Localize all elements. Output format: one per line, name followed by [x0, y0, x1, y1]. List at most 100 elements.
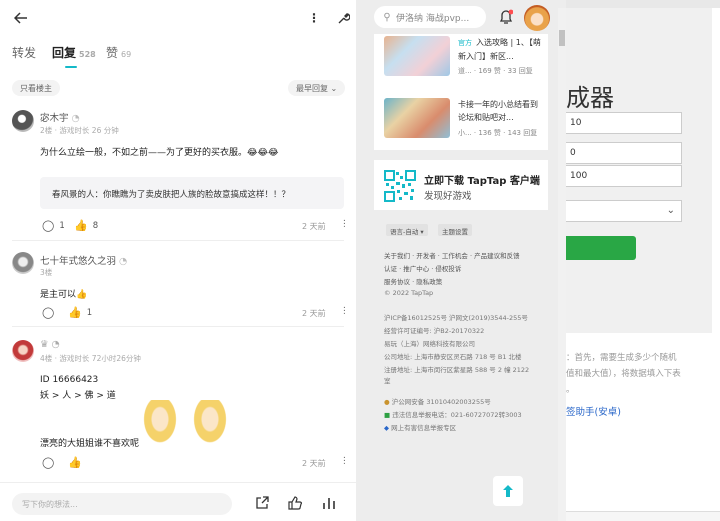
generator-panel: 成器 10 0 100 ⌄ [566, 8, 712, 333]
comment-icon: ◯ [42, 219, 55, 232]
background-bottom-bar [566, 511, 720, 521]
share-icon[interactable] [254, 495, 270, 511]
report-center[interactable]: ◆ 网上有害信息举报专区 [384, 422, 456, 432]
username[interactable]: 七十年式悠久之羽 ◔ [40, 253, 127, 267]
comment-icon: ◯ [42, 306, 55, 319]
reply-bar: 写下你的想法... [0, 482, 356, 521]
registered-address: 注册地址: 上海市闵行区紫星路 588 号 2 幢 2122 [384, 366, 530, 374]
comment-date: 2 天前 [302, 459, 326, 468]
stats-icon[interactable] [321, 495, 337, 511]
background-page: 成器 10 0 100 ⌄ ：首先，需要生成多少个随机 值和最大值），将数据填入… [566, 0, 720, 521]
related-post[interactable]: 官方 入选攻略 | 1、【萌新入门】新区... 道... · 169 赞 · 33… [384, 36, 544, 78]
reply-button[interactable]: ◯ [42, 306, 54, 319]
quoted-reply[interactable]: 春风景的人：你瞧瞧为了卖皮肤把人族的脸故意搞成这样！！？ [40, 177, 344, 209]
like-button[interactable]: 👍 1 [68, 306, 92, 319]
theme-settings-button[interactable]: 主题设置 [438, 224, 472, 236]
scrollbar-thumb[interactable] [559, 30, 565, 46]
max-input[interactable]: 100 [566, 165, 682, 187]
comment-meta: 2楼 · 游戏时长 26 分钟 [40, 126, 119, 135]
qr-code [384, 170, 416, 202]
comment-icon: ◯ [42, 456, 55, 469]
more-options-icon[interactable]: ⋮ [308, 10, 320, 26]
divider [12, 326, 344, 327]
badge-icon: ● [384, 398, 390, 406]
wrench-icon[interactable] [336, 10, 350, 26]
comment-actions: ◯ 👍 1 2 天前 ⋮ [0, 306, 356, 320]
comment-text: 是主可以👍 [40, 290, 88, 300]
post-meta: 小... · 136 赞 · 143 回复 [458, 129, 538, 137]
like-button[interactable]: 👍 8 [74, 219, 98, 232]
side-panel: 伊洛纳 海战pvp... ⚲ 官方 入选攻略 | 1、【萌新入门】新区... 道.… [356, 0, 566, 521]
download-title: 立即下载 TapTap 客户端 [424, 176, 540, 187]
avatar[interactable] [12, 340, 34, 362]
icp-info: 沪ICP备16012525号 沪网文(2019)3544-255号 [384, 314, 528, 322]
back-arrow-icon[interactable] [12, 10, 30, 26]
flag-icon: ■ [384, 411, 391, 419]
comment-actions: ◯ 1 👍 8 2 天前 ⋮ [0, 219, 356, 233]
arrow-up-icon [503, 485, 513, 497]
username[interactable]: 宓木宇 ◔ [40, 110, 80, 124]
only-author-filter[interactable]: 只看楼主 [12, 80, 60, 96]
language-selector[interactable]: 语言-自动 ▾ [386, 224, 428, 236]
bell-icon[interactable] [498, 8, 514, 26]
search-icon: ⚲ [383, 11, 391, 23]
registered-address-cont: 室 [384, 377, 391, 385]
comment-meta: 3楼 [40, 268, 53, 277]
sort-dropdown[interactable]: 最早回复 ⌄ [288, 80, 346, 96]
comments-panel: ⋮ 转发 回复 528 赞 69 只看楼主 最早回复 ⌄ 宓木宇 ◔ 2楼 · 游戏… [0, 0, 356, 521]
username[interactable]: ♛ ◔ [40, 339, 60, 350]
top-nav: 伊洛纳 海战pvp... ⚲ [356, 0, 566, 36]
diamond-icon: ◆ [384, 424, 389, 432]
count-input[interactable]: 10 [566, 112, 682, 134]
download-subtitle: 发现好游戏 [424, 191, 472, 202]
comment-line-id: ID 16666423 [40, 375, 99, 385]
tab-repost[interactable]: 转发 [12, 44, 36, 61]
footer-links[interactable]: 服务协议 · 隐私政策 [384, 276, 442, 286]
comment-text: 漂亮的大姐姐谁不喜欢呢 [40, 439, 140, 449]
avatar[interactable] [12, 252, 34, 274]
post-thumbnail [384, 98, 450, 138]
thumbs-up-icon[interactable] [287, 495, 303, 511]
thumbs-up-icon: 👍 [74, 219, 88, 232]
sticker-image [190, 400, 230, 448]
footer-links[interactable]: 关于我们 · 开发者 · 工作机会 · 产品建议和反馈 [384, 250, 520, 260]
comment-more-icon[interactable]: ⋮ [340, 219, 349, 229]
comment-actions: ◯ 👍 2 天前 ⋮ [0, 456, 356, 470]
download-card[interactable]: 立即下载 TapTap 客户端 发现好游戏 [374, 160, 548, 210]
generate-button[interactable] [566, 236, 636, 260]
company-name: 易玩（上海）网络科技有限公司 [384, 340, 475, 348]
reply-button[interactable]: ◯ [42, 456, 54, 469]
comment-date: 2 天前 [302, 222, 326, 231]
post-thumbnail [384, 36, 450, 76]
related-post[interactable]: 卡接一年的小总结看到论坛和贴吧对... 小... · 136 赞 · 143 回… [384, 98, 544, 140]
tabs: 转发 回复 528 赞 69 [0, 44, 356, 68]
police-record[interactable]: ● 沪公网安备 31010402003255号 [384, 396, 491, 406]
comment-text: 为什么立绘一般，不如之前——为了更好的买衣服。😂😂😂 [40, 148, 279, 158]
divider [12, 240, 344, 241]
tab-like[interactable]: 赞 69 [106, 44, 131, 61]
back-to-top-button[interactable] [493, 476, 523, 506]
comment-line-rank: 妖 > 人 > 佛 > 道 [40, 391, 116, 401]
app-link[interactable]: 签助手(安卓) [566, 404, 621, 418]
header: ⋮ [0, 0, 356, 36]
reply-button[interactable]: ◯ 1 [42, 219, 65, 232]
tab-reply[interactable]: 回复 528 [52, 44, 96, 61]
report-phone[interactable]: ■ 违法信息举报电话：021-60727072转3003 [384, 409, 522, 419]
post-title: 卡接一年的小总结看到论坛和贴吧对... [458, 100, 538, 122]
user-avatar[interactable] [524, 5, 550, 31]
comment-more-icon[interactable]: ⋮ [340, 306, 349, 316]
comment-more-icon[interactable]: ⋮ [340, 456, 349, 466]
min-input[interactable]: 0 [566, 142, 682, 164]
comment-meta: 4楼 · 游戏时长 72小时26分钟 [40, 354, 141, 363]
active-tab-indicator [65, 66, 77, 68]
comment-date: 2 天前 [302, 309, 326, 318]
reply-input[interactable]: 写下你的想法... [12, 493, 232, 515]
mode-select[interactable]: ⌄ [566, 200, 682, 222]
post-meta: 道... · 169 赞 · 33 回复 [458, 67, 533, 75]
avatar[interactable] [12, 110, 34, 132]
like-button[interactable]: 👍 [68, 456, 82, 469]
scrollbar[interactable] [558, 8, 566, 521]
footer-links[interactable]: 认证 · 推广中心 · 侵权投诉 [384, 263, 461, 273]
post-title: 官方 入选攻略 | 1、【萌新入门】新区... [458, 38, 541, 61]
thumbs-up-icon: 👍 [68, 306, 82, 319]
